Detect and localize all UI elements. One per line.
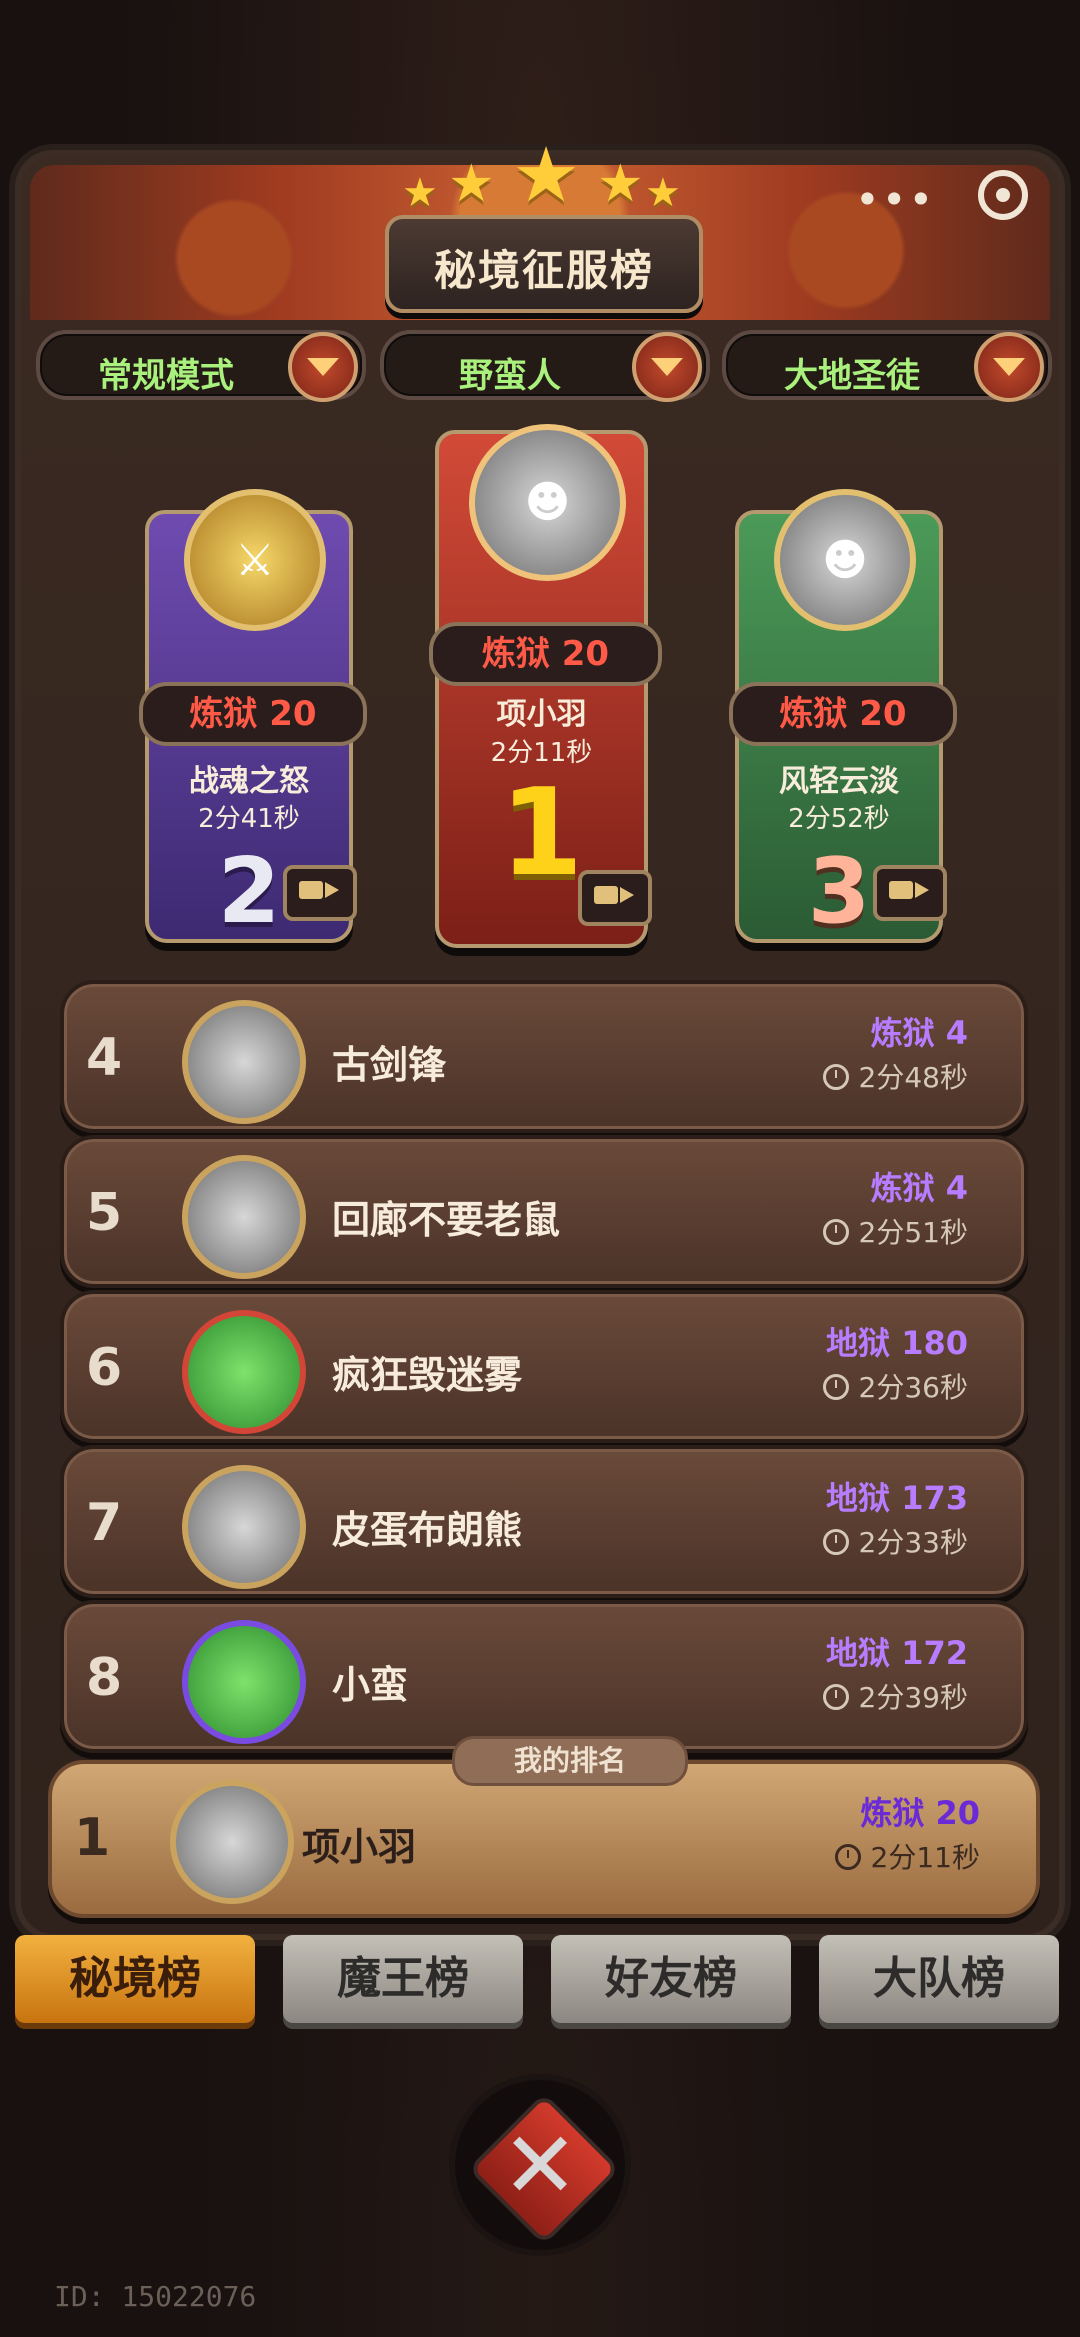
player-level: 地狱 172: [826, 1634, 968, 1672]
clock-icon: [822, 1529, 849, 1555]
podium-first[interactable]: ☻ 炼狱 20 项小羽 2分11秒 1: [429, 424, 662, 948]
clock-icon: [822, 1219, 849, 1245]
star-icon: ★: [597, 154, 644, 214]
star-icon: ★: [645, 170, 681, 216]
star-icon: ★: [512, 130, 581, 219]
avatar: [170, 1780, 294, 1904]
podium-level: 炼狱 20: [139, 682, 367, 746]
my-time-value: 2分11秒: [870, 1841, 980, 1874]
player-name: 回廊不要老鼠: [332, 1198, 561, 1242]
player-time-value: 2分39秒: [858, 1681, 968, 1714]
rating-stars: ★ ★ ★ ★ ★: [402, 130, 681, 219]
star-icon: ★: [402, 170, 438, 216]
close-button[interactable]: ✕: [455, 2080, 625, 2250]
tab-friends[interactable]: 好友榜: [551, 1935, 791, 2023]
list-item[interactable]: 7 皮蛋布朗熊 地狱 173 2分33秒: [60, 1445, 1028, 1598]
my-rank-tag: 我的排名: [452, 1736, 688, 1786]
rank-number: 8: [86, 1648, 123, 1708]
video-icon[interactable]: [578, 870, 652, 926]
player-name: 小蛮: [332, 1663, 409, 1707]
player-time: 2分51秒: [822, 1211, 968, 1251]
avatar: [182, 1310, 306, 1434]
podium: ⚔ 炼狱 20 战魂之怒 2分41秒 2 ☻ 炼狱 20 项小羽 2分11秒 1…: [60, 405, 1020, 960]
page-title: 秘境征服榜: [433, 246, 654, 295]
list-item[interactable]: 5 回廊不要老鼠 炼狱 4 2分51秒: [60, 1135, 1028, 1288]
avatar: ⚔: [184, 489, 326, 631]
clock-icon: [822, 1374, 849, 1400]
my-rank-row[interactable]: 我的排名 1 项小羽 炼狱 20 2分11秒: [48, 1736, 1040, 1918]
player-level: 地狱 180: [826, 1324, 968, 1362]
my-rank-number: 1: [74, 1808, 111, 1868]
player-name: 疯狂毁迷雾: [332, 1353, 523, 1397]
tab-demon-king[interactable]: 魔王榜: [283, 1935, 523, 2023]
list-item[interactable]: 4 古剑锋 炼狱 4 2分48秒: [60, 980, 1028, 1133]
podium-name: 战魂之怒: [189, 764, 309, 799]
close-icon: ✕: [501, 2111, 579, 2219]
user-id: ID: 15022076: [54, 2280, 257, 2313]
podium-time: 2分52秒: [788, 804, 890, 834]
podium-level: 炼狱 20: [429, 622, 662, 686]
chevron-down-icon[interactable]: [288, 332, 358, 402]
video-icon[interactable]: [283, 865, 357, 921]
player-time-value: 2分33秒: [858, 1526, 968, 1559]
clock-icon: [822, 1684, 849, 1710]
player-time: 2分39秒: [822, 1676, 968, 1716]
my-name: 项小羽: [302, 1825, 417, 1869]
avatar: [182, 1155, 306, 1279]
rank-number: 7: [86, 1493, 123, 1553]
chevron-down-icon[interactable]: [632, 332, 702, 402]
player-level: 地狱 173: [826, 1479, 968, 1517]
player-time: 2分33秒: [822, 1521, 968, 1561]
player-time-value: 2分36秒: [858, 1371, 968, 1404]
podium-name: 风轻云淡: [779, 764, 899, 799]
player-level: 炼狱 4: [870, 1014, 968, 1052]
avatar: ☻: [774, 489, 916, 631]
class-filter-label: 野蛮人: [459, 356, 561, 396]
tab-secret-realm[interactable]: 秘境榜: [15, 1935, 255, 2023]
podium-name: 项小羽: [496, 697, 587, 732]
video-icon[interactable]: [873, 865, 947, 921]
avatar: [182, 1000, 306, 1124]
my-level: 炼狱 20: [860, 1794, 980, 1832]
list-item[interactable]: 8 小蛮 地狱 172 2分39秒: [60, 1600, 1028, 1753]
podium-second[interactable]: ⚔ 炼狱 20 战魂之怒 2分41秒 2: [139, 489, 367, 944]
player-time-value: 2分51秒: [858, 1216, 968, 1249]
player-time-value: 2分48秒: [858, 1061, 968, 1094]
subclass-filter[interactable]: 大地圣徒: [722, 330, 1052, 402]
avatar: [182, 1620, 306, 1744]
bottom-tabs: 秘境榜 魔王榜 好友榜 大队榜: [15, 1935, 1065, 2025]
podium-third[interactable]: ☻ 炼狱 20 风轻云淡 2分52秒 3: [729, 489, 957, 944]
player-name: 古剑锋: [332, 1043, 447, 1087]
player-time: 2分36秒: [822, 1366, 968, 1406]
clock-icon: [822, 1064, 849, 1090]
filter-bar: 常规模式 野蛮人 大地圣徒: [36, 330, 1052, 402]
my-time: 2分11秒: [834, 1836, 980, 1876]
avatar: ☻: [469, 424, 626, 581]
class-filter[interactable]: 野蛮人: [380, 330, 710, 402]
player-time: 2分48秒: [822, 1056, 968, 1096]
rank-number: 5: [86, 1183, 123, 1243]
player-name: 皮蛋布朗熊: [332, 1508, 523, 1552]
player-level: 炼狱 4: [870, 1169, 968, 1207]
list-item[interactable]: 6 疯狂毁迷雾 地狱 180 2分36秒: [60, 1290, 1028, 1443]
podium-time: 2分41秒: [198, 804, 300, 834]
star-icon: ★: [448, 154, 495, 214]
mode-filter-label: 常规模式: [98, 356, 234, 396]
more-icon[interactable]: •••: [855, 175, 935, 224]
chevron-down-icon[interactable]: [974, 332, 1044, 402]
title-plaque: 秘境征服榜: [385, 215, 703, 313]
mode-filter[interactable]: 常规模式: [36, 330, 366, 402]
podium-level: 炼狱 20: [729, 682, 957, 746]
rank-number: 6: [86, 1338, 123, 1398]
clock-icon: [834, 1844, 861, 1870]
rank-number: 4: [86, 1028, 123, 1088]
target-icon[interactable]: [978, 170, 1028, 220]
avatar: [182, 1465, 306, 1589]
subclass-filter-label: 大地圣徒: [784, 356, 920, 396]
tab-team[interactable]: 大队榜: [819, 1935, 1059, 2023]
